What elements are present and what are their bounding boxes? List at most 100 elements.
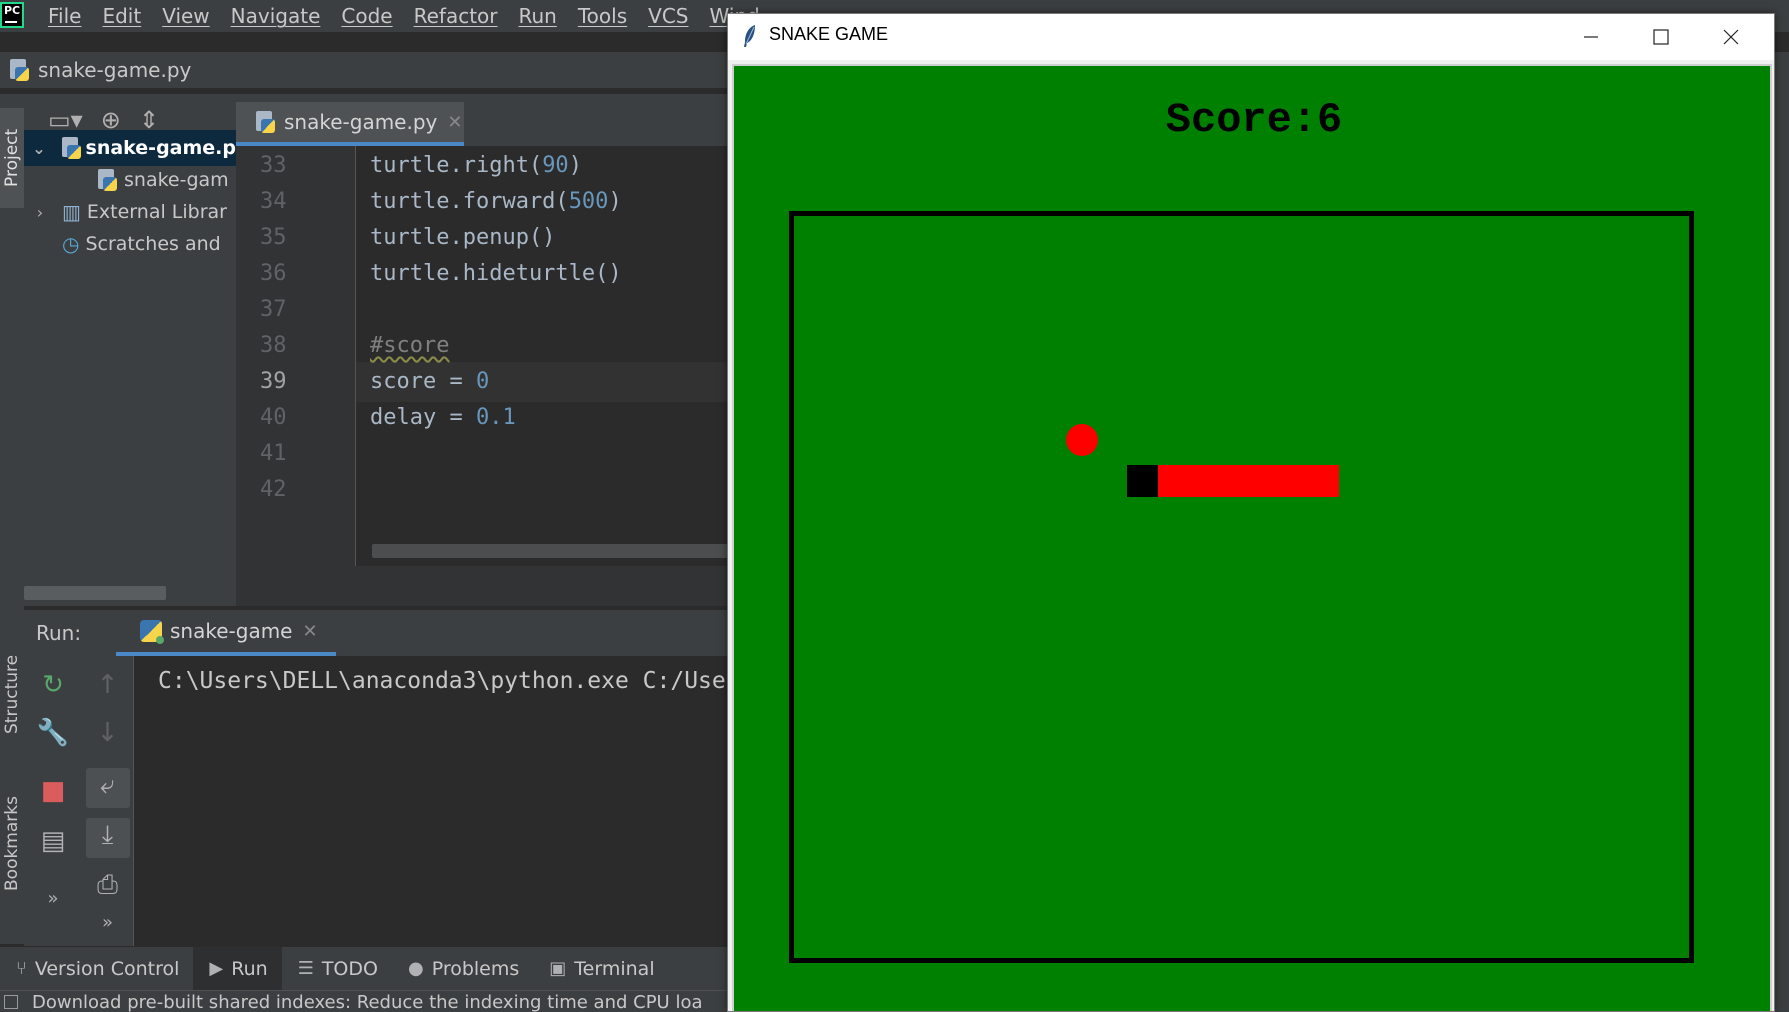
left-tool-strip: Project Structure Bookmarks [0, 94, 24, 944]
window-title: SNAKE GAME [769, 24, 889, 44]
chevron-right-icon[interactable]: › [30, 203, 50, 222]
rerun-icon[interactable]: ↻ [24, 670, 82, 700]
tree-item-file[interactable]: snake-gam [24, 162, 236, 198]
close-icon[interactable]: ✕ [447, 112, 462, 133]
score-display: Score:6 [1165, 96, 1343, 144]
chevron-down-icon[interactable]: ⌄ [30, 139, 48, 158]
python-folder-icon [60, 136, 81, 160]
line-number: 34 [260, 189, 287, 214]
line-number-gutter: 33 34 35 36 37 38 39 40 41 42 [236, 146, 356, 566]
console-output: C:\Users\DELL\anaconda3\python.exe C:/Us… [158, 668, 726, 694]
soft-wrap-icon: ⤶ [100, 770, 115, 800]
tool-window-bar: ⑂ Version Control ▶ Run ☰ TODO ● Problems ▣ T… [0, 946, 730, 991]
tool-tab-structure[interactable]: Structure [0, 639, 24, 749]
code-comment[interactable]: #score [370, 326, 449, 366]
more-icon[interactable]: » [82, 912, 133, 933]
tree-item-label: Scratches and [85, 233, 221, 255]
close-icon [1723, 29, 1739, 45]
info-icon: ● [407, 958, 424, 979]
code-line[interactable]: turtle.forward(500) [370, 182, 622, 222]
menu-edit[interactable]: Edit [102, 4, 141, 28]
feather-icon [744, 25, 755, 47]
menu-code[interactable]: Code [341, 4, 392, 28]
tool-tab-terminal[interactable]: ▣ Terminal [533, 947, 668, 991]
code-line[interactable]: turtle.penup() [370, 218, 555, 258]
library-icon: ▥ [62, 200, 81, 224]
code-line[interactable]: score = 0 [370, 362, 489, 402]
menu-refactor[interactable]: Refactor [414, 4, 498, 28]
menu-tools[interactable]: Tools [578, 4, 627, 28]
snake-body [1158, 465, 1339, 497]
python-file-icon [8, 58, 30, 82]
line-number: 40 [260, 405, 287, 430]
game-canvas[interactable]: Score:6 [732, 64, 1772, 1011]
play-icon: ▶ [209, 958, 224, 979]
terminal-icon: ▣ [549, 958, 567, 979]
run-toolbar-primary: ↻ 🔧 ■ ▤ » [24, 656, 82, 946]
tool-tab-project[interactable]: Project [0, 108, 24, 208]
breadcrumb-file[interactable]: snake-game.py [38, 58, 191, 82]
run-tab-snake-game[interactable]: snake-game ✕ [116, 610, 336, 656]
editor-tab-label: snake-game.py [284, 110, 438, 134]
maximize-button[interactable] [1626, 14, 1696, 60]
maximize-icon [1653, 29, 1669, 45]
line-number: 38 [260, 333, 287, 358]
stop-icon[interactable]: ■ [24, 776, 82, 806]
tree-item-project-root[interactable]: ⌄ snake-game.p [24, 130, 236, 166]
line-number-current: 39 [260, 369, 287, 394]
python-run-icon [140, 620, 164, 644]
branch-icon: ⑂ [16, 958, 27, 979]
minimize-button[interactable] [1556, 14, 1626, 60]
menu-navigate[interactable]: Navigate [231, 4, 321, 28]
python-file-icon [254, 110, 276, 134]
pycharm-logo-icon: PC [0, 2, 24, 28]
close-icon[interactable]: ✕ [302, 621, 317, 642]
more-icon[interactable]: » [24, 888, 82, 909]
close-button[interactable] [1696, 14, 1766, 60]
print-icon[interactable]: ⎙ [82, 870, 133, 901]
code-line[interactable]: delay = 0.1 [370, 398, 516, 438]
code-line[interactable]: turtle.hideturtle() [370, 254, 622, 294]
minimize-icon [1584, 36, 1598, 38]
line-number: 36 [260, 261, 287, 286]
line-number: 35 [260, 225, 287, 250]
scroll-to-end-icon: ⤓ [101, 820, 114, 850]
run-tab-label: snake-game [170, 619, 293, 643]
status-message[interactable]: Download pre-built shared indexes: Reduc… [32, 992, 702, 1012]
editor-footer [236, 566, 730, 606]
snake-game-window: SNAKE GAME Score:6 [727, 13, 1775, 1012]
scratches-icon: ◷ [62, 232, 80, 256]
menu-view[interactable]: View [162, 4, 209, 28]
run-panel-header: Run: snake-game ✕ [24, 610, 730, 656]
menu-run[interactable]: Run [519, 4, 557, 28]
layout-icon[interactable]: ▤ [24, 826, 82, 856]
arrow-down-icon[interactable]: ↓ [82, 718, 133, 748]
code-line[interactable]: turtle.right(90) [370, 146, 582, 186]
line-number: 42 [260, 477, 287, 502]
snake-head [1127, 465, 1158, 497]
food-pellet [1066, 424, 1098, 456]
tool-tab-run[interactable]: ▶ Run [193, 946, 282, 991]
editor-horizontal-scrollbar[interactable] [372, 544, 730, 558]
line-number: 41 [260, 441, 287, 466]
line-number: 37 [260, 297, 287, 322]
tree-item-label: snake-gam [124, 169, 229, 191]
code-editor[interactable]: turtle.right(90) turtle.forward(500) tur… [356, 146, 730, 566]
status-checkbox-icon[interactable] [4, 995, 18, 1009]
menu-file[interactable]: File [48, 4, 81, 28]
tree-item-scratches[interactable]: ◷ Scratches and [24, 226, 236, 262]
tree-horizontal-scrollbar[interactable] [24, 586, 166, 600]
tool-tab-bookmarks[interactable]: Bookmarks [0, 784, 24, 904]
tool-tab-todo[interactable]: ☰ TODO [282, 947, 392, 991]
wrench-icon[interactable]: 🔧 [24, 718, 82, 748]
tree-item-label: External Librar [86, 201, 227, 223]
menu-vcs[interactable]: VCS [648, 4, 688, 28]
run-console[interactable]: C:\Users\DELL\anaconda3\python.exe C:/Us… [134, 656, 730, 946]
python-file-icon [96, 168, 118, 192]
window-title-bar[interactable]: SNAKE GAME [728, 14, 1774, 60]
tool-tab-version-control[interactable]: ⑂ Version Control [0, 947, 193, 991]
arrow-up-icon[interactable]: ↑ [82, 670, 133, 700]
tool-tab-problems[interactable]: ● Problems [392, 947, 533, 991]
tree-item-external-libraries[interactable]: › ▥ External Librar [24, 194, 236, 230]
editor-tab-snake-game[interactable]: snake-game.py ✕ [236, 102, 464, 146]
